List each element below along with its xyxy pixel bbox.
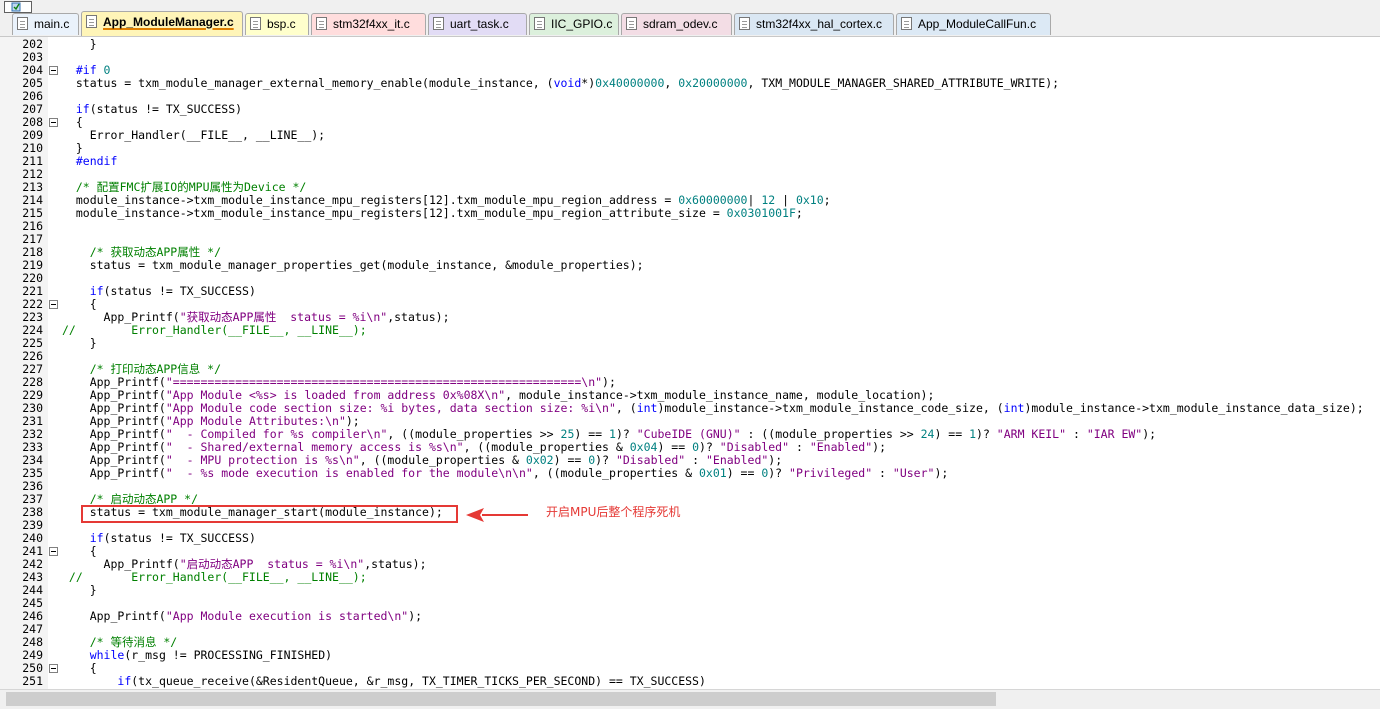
- code-editor[interactable]: 202 } 203 204 #if 0 205 status = txm_module…: [0, 37, 1380, 689]
- tab-label: uart_task.c: [450, 17, 509, 31]
- c-file-icon: [17, 17, 28, 30]
- scrollbar-thumb[interactable]: [6, 692, 996, 706]
- fold-toggle-icon[interactable]: [49, 664, 58, 673]
- code-text: }: [62, 336, 97, 350]
- line-number: 251: [22, 674, 43, 688]
- c-file-icon: [86, 15, 97, 28]
- c-file-icon: [534, 17, 545, 30]
- tab-label: stm32f4xx_it.c: [333, 17, 410, 31]
- code-text: }: [62, 583, 97, 597]
- tab-label: stm32f4xx_hal_cortex.c: [756, 17, 883, 31]
- tab-app-modulecallfun-c[interactable]: App_ModuleCallFun.c: [896, 13, 1051, 35]
- highlight-box: [81, 505, 458, 523]
- c-file-icon: [250, 17, 261, 30]
- tab-label: main.c: [34, 17, 70, 31]
- code-text: Error_Handler(__FILE__, __LINE__);: [62, 128, 326, 142]
- tab-bsp-c[interactable]: bsp.c: [245, 13, 309, 35]
- red-arrow-left-icon: [466, 508, 528, 522]
- c-file-icon: [626, 17, 637, 30]
- c-file-icon: [316, 17, 327, 30]
- code-text: // Error_Handler(__FILE__, __LINE__);: [62, 570, 367, 584]
- code-text: status = txm_module_manager_properties_g…: [62, 258, 644, 272]
- annotation-note: 开启MPU后整个程序死机: [546, 505, 681, 519]
- code-text: if(status != TX_SUCCESS): [75, 102, 243, 116]
- fold-toggle-icon[interactable]: [49, 66, 58, 75]
- tab-label: App_ModuleCallFun.c: [918, 17, 1037, 31]
- code-text: if(tx_queue_receive(&ResidentQueue, &r_m…: [117, 674, 706, 688]
- tab-sdram-odev-c[interactable]: sdram_odev.c: [621, 13, 732, 35]
- horizontal-scrollbar[interactable]: [0, 689, 1380, 709]
- fold-toggle-icon[interactable]: [49, 547, 58, 556]
- code-text: module_instance->txm_module_instance_mpu…: [62, 206, 803, 220]
- code-text: App_Printf(" - %s mode execution is enab…: [62, 466, 949, 480]
- file-tab-bar: main.c App_ModuleManager.c bsp.c stm32f4xx_…: [0, 0, 1380, 37]
- tab-stm32f4xx-hal-cortex-c[interactable]: stm32f4xx_hal_cortex.c: [734, 13, 894, 35]
- tab-label: IIC_GPIO.c: [551, 17, 613, 31]
- c-file-icon: [739, 17, 750, 30]
- tab-label: App_ModuleManager.c: [103, 15, 234, 29]
- code-text: while(r_msg != PROCESSING_FINISHED): [89, 648, 333, 662]
- tab-main-c[interactable]: main.c: [12, 13, 79, 35]
- code-text: // Error_Handler(__FILE__, __LINE__);: [62, 323, 367, 337]
- tab-label: sdram_odev.c: [643, 17, 718, 31]
- fold-toggle-icon[interactable]: [49, 300, 58, 309]
- c-file-icon: [901, 17, 912, 30]
- code-text: App_Printf("App Module execution is star…: [62, 609, 423, 623]
- code-text: #endif: [62, 154, 118, 168]
- code-text: }: [62, 37, 97, 51]
- tab-app-modulemanager-c[interactable]: App_ModuleManager.c: [81, 11, 243, 36]
- tab-label: bsp.c: [267, 17, 296, 31]
- c-file-icon: [433, 17, 444, 30]
- tab-uart-task-c[interactable]: uart_task.c: [428, 13, 527, 35]
- code-text: status = txm_module_manager_external_mem…: [62, 76, 1060, 90]
- tab-stm32f4xx-it-c[interactable]: stm32f4xx_it.c: [311, 13, 426, 35]
- fold-toggle-icon[interactable]: [49, 118, 58, 127]
- file-toolbar-icon[interactable]: [4, 1, 32, 13]
- tab-iic-gpio-c[interactable]: IIC_GPIO.c: [529, 13, 619, 35]
